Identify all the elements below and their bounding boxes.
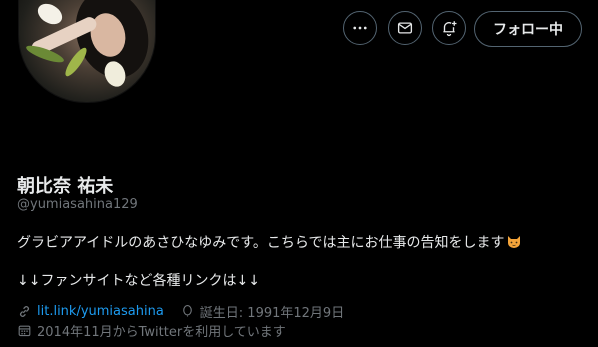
calendar-icon — [18, 325, 31, 336]
bell-plus-icon — [443, 21, 457, 37]
display-name: 朝比奈 祐未 — [17, 176, 114, 197]
profile-link[interactable]: lit.link/yumiasahina — [37, 304, 164, 319]
message-button[interactable] — [388, 11, 422, 45]
joined-date-text: 2014年11月からTwitterを利用しています — [37, 324, 286, 340]
bio-line-1: グラビアアイドルのあさひなゆみです。こちらでは主にお仕事の告知をします — [17, 232, 522, 252]
more-horizontal-icon — [353, 26, 367, 30]
bio-text: グラビアアイドルのあさひなゆみです。こちらでは主にお仕事の告知をします — [17, 235, 505, 251]
profile-meta-row: 2014年11月からTwitterを利用しています — [17, 321, 286, 340]
more-button[interactable] — [343, 11, 377, 45]
avatar-flower — [34, 0, 66, 29]
birthday-text: 誕生日: 1991年12月9日 — [199, 305, 345, 321]
avatar-leaf — [62, 45, 90, 79]
envelope-icon — [397, 22, 413, 34]
notify-button[interactable] — [432, 11, 466, 45]
cat-emoji-icon — [508, 236, 521, 248]
username-handle: @yumiasahina129 — [17, 197, 138, 212]
link-icon — [20, 305, 29, 317]
profile-avatar[interactable] — [18, 0, 156, 103]
balloon-icon — [182, 304, 192, 316]
following-button[interactable]: フォロー中 — [474, 11, 582, 47]
profile-meta-row: lit.link/yumiasahina 誕生日: 1991年12月9日 — [17, 302, 345, 321]
bio-line-2: ↓↓ファンサイトなど各種リンクは↓↓ — [17, 273, 260, 289]
